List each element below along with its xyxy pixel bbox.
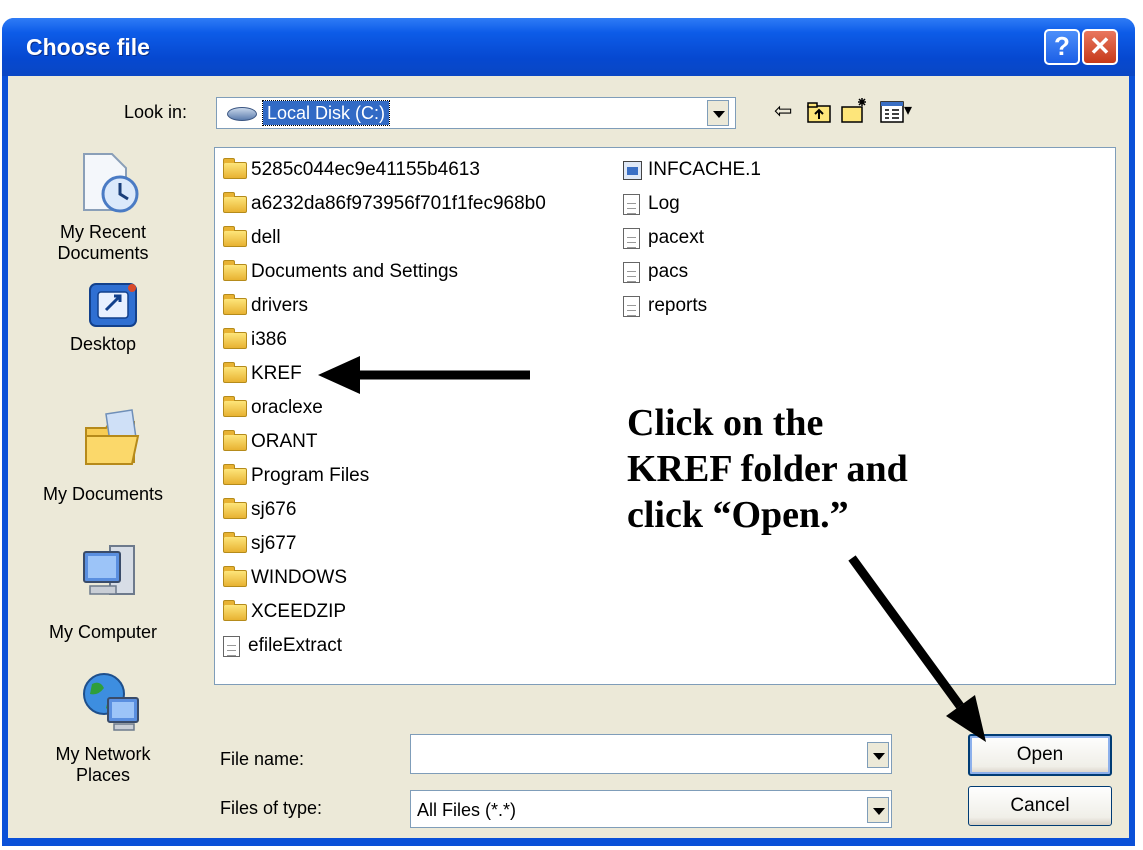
instruction-text: Click on the KREF folder and click “Open… [627, 402, 908, 536]
arrow-to-kref [318, 356, 530, 394]
arrow-to-open [848, 555, 986, 742]
